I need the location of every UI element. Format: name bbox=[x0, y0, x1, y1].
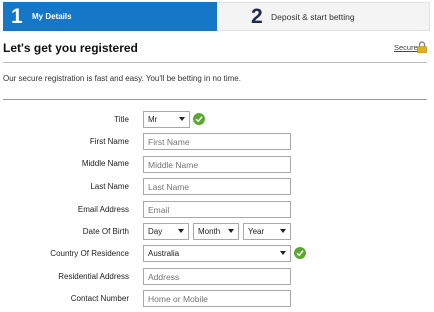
intro-text: Our secure registration is fast and easy… bbox=[3, 74, 241, 83]
dob-month-select[interactable]: Month bbox=[193, 223, 239, 240]
dob-label: Date Of Birth bbox=[82, 227, 129, 236]
last-name-input[interactable] bbox=[143, 178, 291, 195]
title-label: Title bbox=[114, 115, 129, 124]
lock-icon bbox=[417, 41, 427, 53]
divider bbox=[3, 99, 427, 100]
secure-link[interactable]: Secure bbox=[394, 43, 418, 52]
contact-number-input[interactable] bbox=[143, 290, 291, 307]
address-input[interactable] bbox=[143, 268, 291, 285]
middle-name-input[interactable] bbox=[143, 156, 291, 173]
email-label: Email Address bbox=[77, 205, 129, 214]
dob-year-value: Year bbox=[248, 227, 265, 236]
title-select-value: Mr bbox=[148, 115, 158, 124]
dob-day-select[interactable]: Day bbox=[143, 223, 189, 240]
registration-steps: 1 My Details 2 Deposit & start betting bbox=[3, 2, 430, 31]
country-select-value: Australia bbox=[148, 249, 180, 258]
step-label: My Details bbox=[32, 12, 72, 21]
chevron-down-icon bbox=[280, 229, 286, 233]
step-number: 1 bbox=[11, 5, 23, 28]
chevron-down-icon bbox=[178, 229, 184, 233]
email-input[interactable] bbox=[143, 201, 291, 218]
divider bbox=[3, 62, 427, 63]
step-deposit: 2 Deposit & start betting bbox=[217, 2, 430, 31]
check-icon bbox=[294, 247, 306, 259]
middle-name-label: Middle Name bbox=[81, 159, 129, 168]
dob-year-select[interactable]: Year bbox=[243, 223, 291, 240]
first-name-input[interactable] bbox=[143, 133, 291, 150]
step-label: Deposit & start betting bbox=[271, 12, 355, 22]
step-my-details: 1 My Details bbox=[3, 2, 217, 31]
first-name-label: First Name bbox=[89, 137, 129, 146]
last-name-label: Last Name bbox=[90, 182, 129, 191]
address-label: Residential Address bbox=[58, 272, 129, 281]
dob-month-value: Month bbox=[198, 227, 221, 236]
title-select[interactable]: Mr bbox=[143, 111, 190, 128]
country-label: Country Of Residence bbox=[50, 249, 129, 258]
chevron-down-icon bbox=[228, 229, 234, 233]
country-select[interactable]: Australia bbox=[143, 245, 291, 262]
page-title: Let's get you registered bbox=[3, 41, 138, 55]
step-number: 2 bbox=[251, 5, 263, 28]
dob-day-value: Day bbox=[148, 227, 163, 236]
chevron-down-icon bbox=[280, 251, 286, 255]
check-icon bbox=[193, 113, 205, 125]
contact-number-label: Contact Number bbox=[70, 294, 129, 303]
chevron-down-icon bbox=[179, 117, 185, 121]
